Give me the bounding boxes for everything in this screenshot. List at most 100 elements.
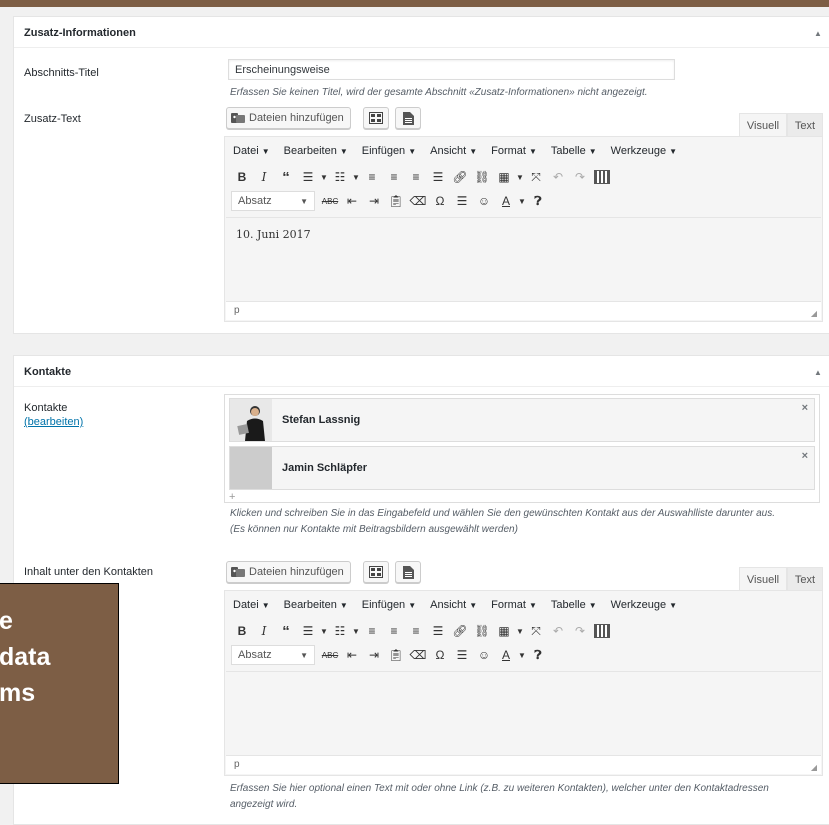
horizontal-rule-icon[interactable]: ☰ — [451, 191, 473, 211]
table-icon[interactable]: ▦ — [493, 167, 515, 187]
unlink-icon[interactable]: ⛓︎ — [471, 167, 493, 187]
editor-content-area[interactable]: 10. Juni 2017 — [226, 217, 821, 304]
table-icon[interactable]: ▦ — [493, 621, 515, 641]
add-contact-icon[interactable]: + — [229, 491, 235, 503]
align-center-icon[interactable]: ≡ — [383, 621, 405, 641]
collapse-arrow-icon[interactable]: ▲ — [814, 29, 822, 38]
align-center-icon[interactable]: ≡ — [383, 167, 405, 187]
contacts-edit-link[interactable]: (bearbeiten) — [24, 416, 83, 428]
tab-visual[interactable]: Visuell — [739, 567, 787, 591]
italic-icon[interactable]: I — [253, 621, 275, 641]
menu-werkzeuge[interactable]: Werkzeuge ▼ — [611, 599, 677, 611]
blockquote-icon[interactable]: “ — [275, 621, 297, 641]
menu-format[interactable]: Format ▼ — [491, 145, 537, 157]
gallery-button[interactable] — [363, 107, 389, 129]
contact-item[interactable]: Stefan Lassnig × — [229, 398, 815, 442]
format-select[interactable]: Absatz ▼ — [231, 191, 315, 211]
link-icon[interactable]: 🔗︎ — [449, 621, 471, 641]
emoji-icon[interactable]: ☺ — [473, 191, 495, 211]
element-path[interactable]: p — [234, 305, 240, 316]
text-color-icon[interactable]: A — [495, 645, 517, 665]
menu-bearbeiten[interactable]: Bearbeiten ▼ — [284, 599, 348, 611]
table-dropdown-icon[interactable]: ▼ — [515, 167, 525, 187]
contacts-selector[interactable]: Stefan Lassnig × Jamin Schläpfer × + — [224, 394, 820, 503]
document-button[interactable] — [395, 107, 421, 129]
align-justify-icon[interactable]: ☰ — [427, 621, 449, 641]
numbered-list-icon[interactable]: ☷ — [329, 621, 351, 641]
special-character-icon[interactable]: Ω — [429, 191, 451, 211]
strikethrough-icon[interactable]: ABC — [319, 645, 341, 665]
bold-icon[interactable]: B — [231, 167, 253, 187]
menu-einfuegen[interactable]: Einfügen ▼ — [362, 145, 416, 157]
tab-text[interactable]: Text — [787, 113, 823, 137]
special-character-icon[interactable]: Ω — [429, 645, 451, 665]
help-icon[interactable]: ❓︎ — [527, 645, 549, 665]
menu-ansicht[interactable]: Ansicht ▼ — [430, 599, 477, 611]
outdent-icon[interactable]: ⇤ — [341, 645, 363, 665]
add-media-button[interactable]: Dateien hinzufügen — [226, 107, 351, 129]
align-right-icon[interactable]: ≡ — [405, 167, 427, 187]
align-right-icon[interactable]: ≡ — [405, 621, 427, 641]
resize-handle-icon[interactable]: ◢ — [811, 763, 817, 772]
outdent-icon[interactable]: ⇤ — [341, 191, 363, 211]
link-icon[interactable]: 🔗︎ — [449, 167, 471, 187]
blockquote-icon[interactable]: “ — [275, 167, 297, 187]
text-color-icon[interactable]: A — [495, 191, 517, 211]
unlink-icon[interactable]: ⛓︎ — [471, 621, 493, 641]
numbered-list-dropdown-icon[interactable]: ▼ — [351, 621, 361, 641]
align-left-icon[interactable]: ≡ — [361, 167, 383, 187]
tab-visual[interactable]: Visuell — [739, 113, 787, 137]
editor-content-area[interactable] — [226, 671, 821, 758]
menu-tabelle[interactable]: Tabelle ▼ — [551, 599, 597, 611]
menu-ansicht[interactable]: Ansicht ▼ — [430, 145, 477, 157]
menu-bearbeiten[interactable]: Bearbeiten ▼ — [284, 145, 348, 157]
menu-tabelle[interactable]: Tabelle ▼ — [551, 145, 597, 157]
undo-icon[interactable]: ↶ — [547, 621, 569, 641]
bullet-list-icon[interactable]: ☰ — [297, 167, 319, 187]
document-button[interactable] — [395, 561, 421, 583]
gallery-button[interactable] — [363, 561, 389, 583]
bold-icon[interactable]: B — [231, 621, 253, 641]
add-media-button[interactable]: Dateien hinzufügen — [226, 561, 351, 583]
indent-icon[interactable]: ⇥ — [363, 191, 385, 211]
bullet-list-icon[interactable]: ☰ — [297, 621, 319, 641]
strikethrough-icon[interactable]: ABC — [319, 191, 341, 211]
redo-icon[interactable]: ↷ — [569, 621, 591, 641]
table-dropdown-icon[interactable]: ▼ — [515, 621, 525, 641]
redo-icon[interactable]: ↷ — [569, 167, 591, 187]
menu-werkzeuge[interactable]: Werkzeuge ▼ — [611, 145, 677, 157]
indent-icon[interactable]: ⇥ — [363, 645, 385, 665]
bullet-list-dropdown-icon[interactable]: ▼ — [319, 167, 329, 187]
element-path[interactable]: p — [234, 759, 240, 770]
numbered-list-icon[interactable]: ☷ — [329, 167, 351, 187]
help-icon[interactable]: ❓︎ — [527, 191, 549, 211]
remove-contact-icon[interactable]: × — [802, 402, 808, 414]
fullscreen-icon[interactable]: ⤧ — [525, 167, 547, 187]
undo-icon[interactable]: ↶ — [547, 167, 569, 187]
menu-datei[interactable]: Datei ▼ — [233, 599, 270, 611]
contact-item[interactable]: Jamin Schläpfer × — [229, 446, 815, 490]
toolbar-toggle-icon[interactable] — [591, 167, 613, 187]
fullscreen-icon[interactable]: ⤧ — [525, 621, 547, 641]
menu-format[interactable]: Format ▼ — [491, 599, 537, 611]
horizontal-rule-icon[interactable]: ☰ — [451, 645, 473, 665]
section-title-input[interactable] — [228, 59, 675, 80]
format-select[interactable]: Absatz ▼ — [231, 645, 315, 665]
toolbar-toggle-icon[interactable] — [591, 621, 613, 641]
bullet-list-dropdown-icon[interactable]: ▼ — [319, 621, 329, 641]
align-left-icon[interactable]: ≡ — [361, 621, 383, 641]
text-color-dropdown-icon[interactable]: ▼ — [517, 645, 527, 665]
menu-einfuegen[interactable]: Einfügen ▼ — [362, 599, 416, 611]
clear-formatting-icon[interactable]: ⌫ — [407, 645, 429, 665]
remove-contact-icon[interactable]: × — [802, 450, 808, 462]
italic-icon[interactable]: I — [253, 167, 275, 187]
collapse-arrow-icon[interactable]: ▲ — [814, 368, 822, 377]
resize-handle-icon[interactable]: ◢ — [811, 309, 817, 318]
numbered-list-dropdown-icon[interactable]: ▼ — [351, 167, 361, 187]
clear-formatting-icon[interactable]: ⌫ — [407, 191, 429, 211]
paste-text-icon[interactable]: 📋︎ — [385, 645, 407, 665]
emoji-icon[interactable]: ☺ — [473, 645, 495, 665]
menu-datei[interactable]: Datei ▼ — [233, 145, 270, 157]
text-color-dropdown-icon[interactable]: ▼ — [517, 191, 527, 211]
tab-text[interactable]: Text — [787, 567, 823, 591]
